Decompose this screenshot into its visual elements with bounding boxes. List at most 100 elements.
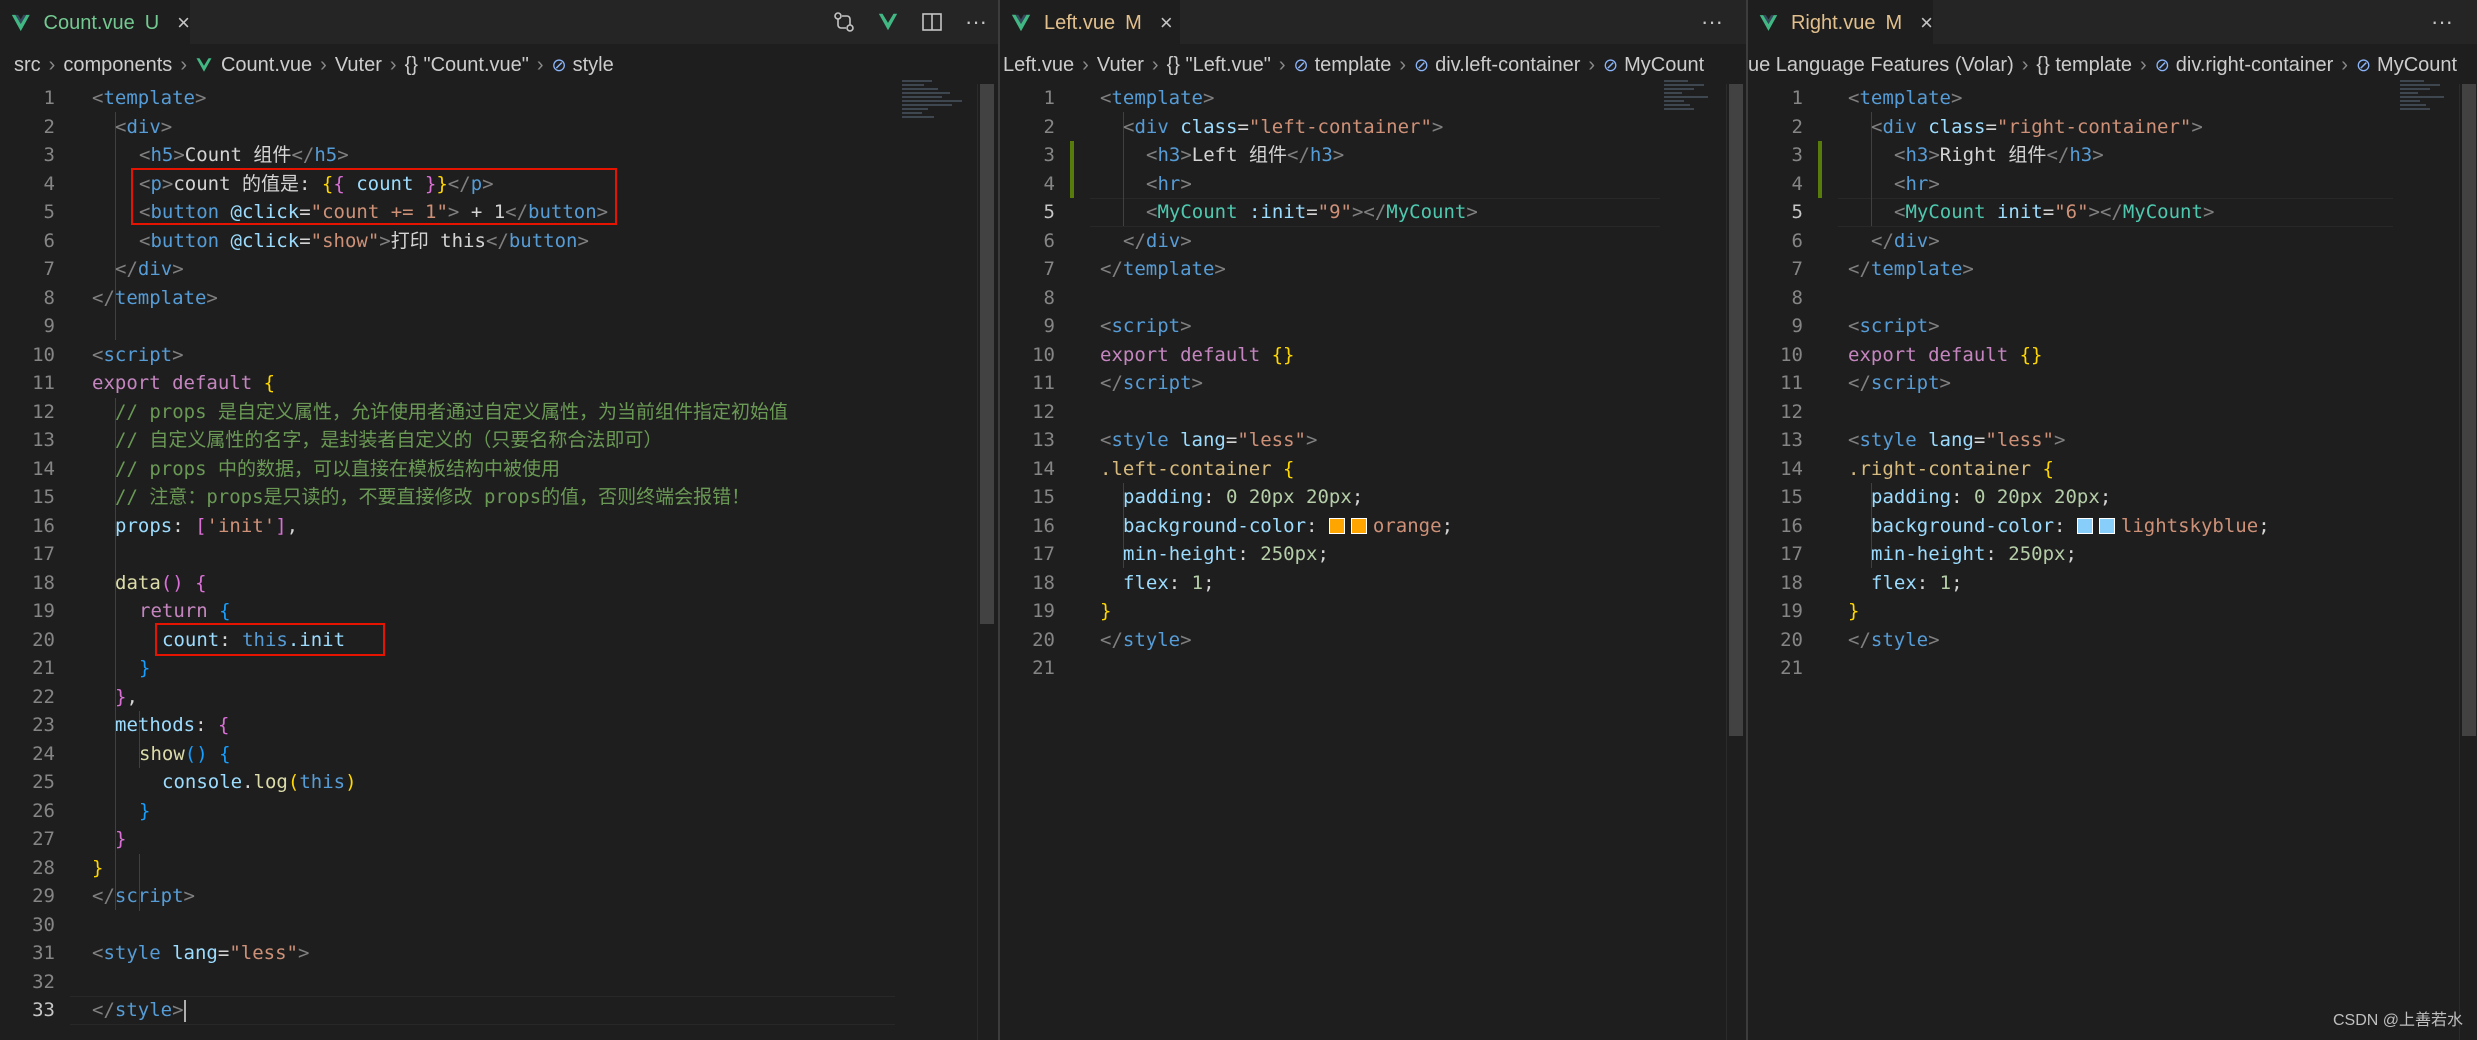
breadcrumb-item[interactable]: div.right-container bbox=[2176, 54, 2333, 77]
tab-left-vue[interactable]: Left.vue M × bbox=[1000, 0, 1180, 44]
line-number: 9 bbox=[1791, 315, 1803, 337]
code-line: <div class="right-container"> bbox=[1871, 115, 2203, 138]
code-line: padding: 0 20px 20px; bbox=[1123, 486, 1364, 508]
close-icon[interactable]: × bbox=[1920, 10, 1933, 36]
chevron-right-icon: › bbox=[1082, 53, 1089, 76]
more-actions-icon[interactable]: ··· bbox=[1700, 9, 1724, 34]
code-line: methods: { bbox=[115, 714, 230, 736]
code-line: <div> bbox=[115, 115, 173, 138]
breadcrumb-item[interactable]: Left.vue bbox=[1003, 54, 1074, 77]
chevron-right-icon: › bbox=[1278, 53, 1286, 76]
color-swatch[interactable] bbox=[2076, 517, 2093, 534]
breadcrumb-item[interactable]: src bbox=[14, 54, 41, 77]
code-editor[interactable]: 1 <template> 2 <div class="left-container"… bbox=[1000, 84, 1660, 1040]
scrollbar-thumb[interactable] bbox=[2462, 84, 2476, 736]
close-icon[interactable]: × bbox=[177, 10, 190, 36]
vertical-scrollbar[interactable] bbox=[977, 84, 995, 1040]
line-number: 18 bbox=[32, 571, 55, 594]
code-line: background-color: lightskyblue; bbox=[1871, 514, 2270, 537]
symbol-field-icon: ⊘ bbox=[551, 54, 567, 75]
line-number: 2 bbox=[1043, 115, 1055, 138]
breadcrumb-item[interactable]: style bbox=[573, 54, 614, 77]
line-number: 6 bbox=[1791, 229, 1803, 252]
chevron-right-icon: › bbox=[536, 53, 544, 76]
line-number: 19 bbox=[1032, 600, 1055, 622]
code-line: </style> bbox=[92, 999, 186, 1022]
breadcrumb-item[interactable]: MyCount bbox=[1624, 54, 1704, 77]
more-actions-icon[interactable]: ··· bbox=[2430, 9, 2454, 34]
line-number: 11 bbox=[32, 372, 55, 394]
tab-count-vue[interactable]: Count.vue U × bbox=[0, 0, 190, 44]
line-number: 8 bbox=[1043, 286, 1055, 309]
tab-right-vue[interactable]: Right.vue M × bbox=[1748, 0, 1933, 44]
code-line: padding: 0 20px 20px; bbox=[1871, 486, 2112, 508]
breadcrumb-item[interactable]: div.left-container bbox=[1435, 54, 1580, 77]
vertical-scrollbar[interactable] bbox=[1726, 84, 1744, 1040]
code-comment: // 自定义属性的名字，是封装者自定义的（只要名称合法即可） bbox=[115, 429, 663, 451]
line-number: 15 bbox=[1780, 486, 1803, 508]
code-line: data() { bbox=[115, 571, 207, 594]
scrollbar-thumb[interactable] bbox=[1729, 84, 1743, 736]
close-icon[interactable]: × bbox=[1160, 10, 1173, 36]
vue-devtools-icon[interactable] bbox=[876, 10, 900, 34]
line-number: 6 bbox=[1043, 229, 1055, 252]
tab-bar: Right.vue M × ··· bbox=[1748, 0, 2477, 44]
breadcrumb-item[interactable]: ue Language Features (Volar) bbox=[1748, 54, 2014, 77]
line-number: 4 bbox=[43, 172, 55, 195]
code-line: min-height: 250px; bbox=[1123, 543, 1329, 565]
color-swatch[interactable] bbox=[1328, 517, 1345, 534]
breadcrumb-item[interactable]: components bbox=[63, 54, 172, 77]
symbol-field-icon: ⊘ bbox=[2154, 54, 2170, 75]
chevron-right-icon: › bbox=[2341, 53, 2348, 76]
chevron-right-icon: › bbox=[2021, 53, 2029, 76]
line-number: 20 bbox=[1780, 628, 1803, 651]
code-comment: // 注意：props是只读的，不要直接修改 props的值，否则终端会报错！ bbox=[115, 486, 751, 508]
split-editor-icon[interactable] bbox=[920, 10, 944, 34]
code-editor[interactable]: 1 <template> 2 <div class="right-container… bbox=[1748, 84, 2393, 1040]
breadcrumb: Left.vue › Vuter › {} "Left.vue" › ⊘ tem… bbox=[1003, 50, 1704, 80]
code-line: <MyCount init="6"></MyCount> bbox=[1894, 201, 2215, 223]
line-number: 17 bbox=[1032, 543, 1055, 565]
line-number: 8 bbox=[1791, 286, 1803, 309]
breadcrumb-item[interactable]: MyCount bbox=[2377, 54, 2457, 77]
code-line: <style lang="less"> bbox=[92, 942, 310, 964]
vertical-scrollbar[interactable] bbox=[2459, 84, 2477, 1040]
line-number: 10 bbox=[1032, 343, 1055, 366]
color-swatch[interactable] bbox=[1350, 517, 1367, 534]
code-line: <script> bbox=[1848, 315, 1940, 337]
code-line: console.log(this) bbox=[162, 771, 357, 793]
code-line: </template> bbox=[1100, 258, 1226, 280]
line-number: 30 bbox=[32, 913, 55, 936]
code-line: export default {} bbox=[1100, 343, 1295, 366]
code-line: <style lang="less"> bbox=[1848, 429, 2066, 451]
line-number: 9 bbox=[43, 315, 55, 337]
code-editor[interactable]: 1 <template> 2 <div> 3 <h5>Count 组件</h5> 4 <… bbox=[0, 84, 900, 1040]
line-number: 9 bbox=[1043, 315, 1055, 337]
code-line: flex: 1; bbox=[1871, 571, 1963, 594]
breadcrumb-item[interactable]: Count.vue bbox=[221, 54, 312, 77]
more-actions-icon[interactable]: ··· bbox=[964, 9, 988, 34]
line-number: 10 bbox=[1780, 343, 1803, 366]
symbol-field-icon: ⊘ bbox=[1414, 54, 1430, 75]
breadcrumb-item[interactable]: template bbox=[1315, 54, 1392, 77]
code-line: <style lang="less"> bbox=[1100, 429, 1318, 451]
breadcrumb-item[interactable]: {} template bbox=[2036, 54, 2132, 77]
git-compare-icon[interactable] bbox=[832, 10, 856, 34]
line-number: 10 bbox=[32, 343, 55, 366]
breadcrumb-item[interactable]: {} "Left.vue" bbox=[1167, 54, 1271, 77]
line-number: 23 bbox=[32, 714, 55, 736]
code-line: <script> bbox=[92, 343, 184, 366]
minimap[interactable] bbox=[902, 80, 974, 150]
breadcrumb-item[interactable]: {} "Count.vue" bbox=[405, 54, 529, 77]
line-number: 8 bbox=[43, 286, 55, 309]
chevron-right-icon: › bbox=[1588, 53, 1596, 76]
color-swatch[interactable] bbox=[2098, 517, 2115, 534]
line-number: 15 bbox=[32, 486, 55, 508]
scrollbar-thumb[interactable] bbox=[980, 84, 994, 624]
breadcrumb-item[interactable]: Vuter bbox=[1097, 54, 1144, 77]
breadcrumb-item[interactable]: Vuter bbox=[335, 54, 382, 77]
code-line: background-color: orange; bbox=[1123, 514, 1454, 537]
line-number: 21 bbox=[1032, 657, 1055, 679]
code-line: <hr> bbox=[1146, 172, 1192, 195]
code-line: min-height: 250px; bbox=[1871, 543, 2077, 565]
